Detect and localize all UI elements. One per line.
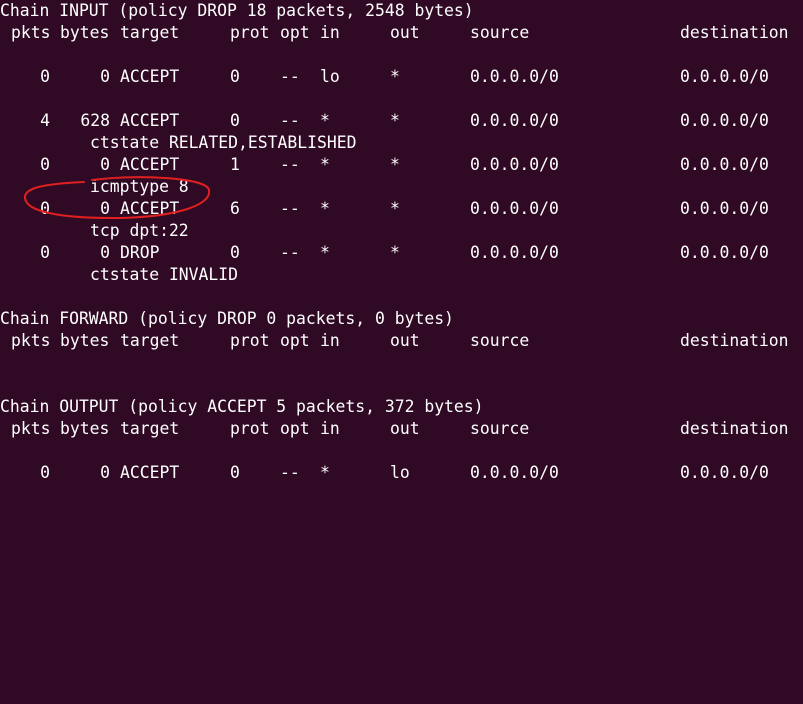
- rule-pkts: 0: [40, 155, 50, 174]
- rule-target: ACCEPT: [120, 463, 180, 482]
- rule-source: 0.0.0.0/0: [470, 67, 559, 86]
- rule-destination: 0.0.0.0/0: [680, 155, 769, 174]
- header-target: target: [120, 23, 180, 42]
- rule-out: *: [390, 67, 400, 86]
- rule-row: 0 0 ACCEPT 0 -- * lo 0.0.0.0/0 0.0.0.0/0: [0, 462, 803, 484]
- rule-row: 0 0 ACCEPT 0 -- lo * 0.0.0.0/0 0.0.0.0/0: [0, 66, 803, 88]
- header-bytes: bytes: [60, 23, 110, 42]
- rule-prot: 1: [230, 155, 240, 174]
- rule-opt: --: [280, 199, 300, 218]
- rule-destination: 0.0.0.0/0: [680, 111, 769, 130]
- header-in: in: [320, 331, 340, 350]
- rule-in: *: [320, 111, 330, 130]
- rule-prot: 0: [230, 111, 240, 130]
- rule-opt: --: [280, 111, 300, 130]
- header-target: target: [120, 331, 180, 350]
- header-opt: opt: [280, 23, 310, 42]
- rule-target: DROP: [120, 243, 160, 262]
- header-destination: destination: [680, 23, 789, 42]
- rule-bytes: 0: [100, 243, 110, 262]
- rule-row: 4 628 ACCEPT 0 -- * * 0.0.0.0/0 0.0.0.0/…: [0, 110, 803, 132]
- rule-row: 0 0 DROP 0 -- * * 0.0.0.0/0 0.0.0.0/0: [0, 242, 803, 264]
- rule-pkts: 0: [40, 243, 50, 262]
- rule-source: 0.0.0.0/0: [470, 111, 559, 130]
- header-prot: prot: [230, 331, 270, 350]
- header-pkts: pkts: [11, 419, 51, 438]
- header-destination: destination: [680, 419, 789, 438]
- header-prot: prot: [230, 23, 270, 42]
- rule-extra: tcp dpt:22: [90, 221, 189, 240]
- rule-out: *: [390, 111, 400, 130]
- rule-bytes: 0: [100, 67, 110, 86]
- rule-source: 0.0.0.0/0: [470, 243, 559, 262]
- rule-pkts: 0: [40, 199, 50, 218]
- rule-opt: --: [280, 67, 300, 86]
- rule-destination: 0.0.0.0/0: [680, 463, 769, 482]
- rule-prot: 0: [230, 243, 240, 262]
- chain-forward-header: pkts bytes target prot opt in out source…: [0, 330, 803, 352]
- chain-input-title: Chain INPUT (policy DROP 18 packets, 254…: [0, 1, 474, 20]
- chain-forward-title: Chain FORWARD (policy DROP 0 packets, 0 …: [0, 309, 454, 328]
- chain-output-header: pkts bytes target prot opt in out source…: [0, 418, 803, 440]
- rule-opt: --: [280, 463, 300, 482]
- rule-prot: 0: [230, 463, 240, 482]
- rule-source: 0.0.0.0/0: [470, 155, 559, 174]
- rule-pkts: 0: [40, 67, 50, 86]
- header-source: source: [470, 331, 530, 350]
- rule-bytes: 0: [100, 199, 110, 218]
- rule-in: *: [320, 199, 330, 218]
- header-opt: opt: [280, 419, 310, 438]
- rule-target: ACCEPT: [120, 67, 180, 86]
- rule-in: *: [320, 155, 330, 174]
- header-target: target: [120, 419, 180, 438]
- header-source: source: [470, 23, 530, 42]
- header-destination: destination: [680, 331, 789, 350]
- header-out: out: [390, 331, 420, 350]
- rule-out: *: [390, 243, 400, 262]
- rule-target: ACCEPT: [120, 199, 180, 218]
- rule-target: ACCEPT: [120, 155, 180, 174]
- rule-bytes: 0: [100, 463, 110, 482]
- rule-in: lo: [320, 67, 340, 86]
- rule-out: *: [390, 155, 400, 174]
- rule-source: 0.0.0.0/0: [470, 199, 559, 218]
- rule-extra: ctstate INVALID: [90, 265, 239, 284]
- rule-row: 0 0 ACCEPT 6 -- * * 0.0.0.0/0 0.0.0.0/0: [0, 198, 803, 220]
- header-source: source: [470, 419, 530, 438]
- header-bytes: bytes: [60, 419, 110, 438]
- rule-source: 0.0.0.0/0: [470, 463, 559, 482]
- header-bytes: bytes: [60, 331, 110, 350]
- rule-out: *: [390, 199, 400, 218]
- header-out: out: [390, 23, 420, 42]
- rule-destination: 0.0.0.0/0: [680, 199, 769, 218]
- rule-pkts: 4: [40, 111, 50, 130]
- header-in: in: [320, 419, 340, 438]
- rule-bytes: 0: [100, 155, 110, 174]
- rule-in: *: [320, 243, 330, 262]
- header-out: out: [390, 419, 420, 438]
- rule-prot: 0: [230, 67, 240, 86]
- rule-out: lo: [390, 463, 410, 482]
- rule-bytes: 628: [80, 111, 110, 130]
- rule-target: ACCEPT: [120, 111, 180, 130]
- rule-row: 0 0 ACCEPT 1 -- * * 0.0.0.0/0 0.0.0.0/0: [0, 154, 803, 176]
- chain-output-title: Chain OUTPUT (policy ACCEPT 5 packets, 3…: [0, 397, 484, 416]
- terminal-window[interactable]: Chain INPUT (policy DROP 18 packets, 254…: [0, 0, 803, 499]
- rule-opt: --: [280, 155, 300, 174]
- rule-destination: 0.0.0.0/0: [680, 67, 769, 86]
- rule-pkts: 0: [40, 463, 50, 482]
- header-in: in: [320, 23, 340, 42]
- rule-in: *: [320, 463, 330, 482]
- rule-opt: --: [280, 243, 300, 262]
- header-prot: prot: [230, 419, 270, 438]
- header-pkts: pkts: [11, 23, 51, 42]
- header-opt: opt: [280, 331, 310, 350]
- rule-prot: 6: [230, 199, 240, 218]
- rule-destination: 0.0.0.0/0: [680, 243, 769, 262]
- rule-extra: ctstate RELATED,ESTABLISHED: [90, 133, 357, 152]
- rule-extra: icmptype 8: [90, 177, 189, 196]
- header-pkts: pkts: [11, 331, 51, 350]
- chain-input-header: pkts bytes target prot opt in out source…: [0, 22, 803, 44]
